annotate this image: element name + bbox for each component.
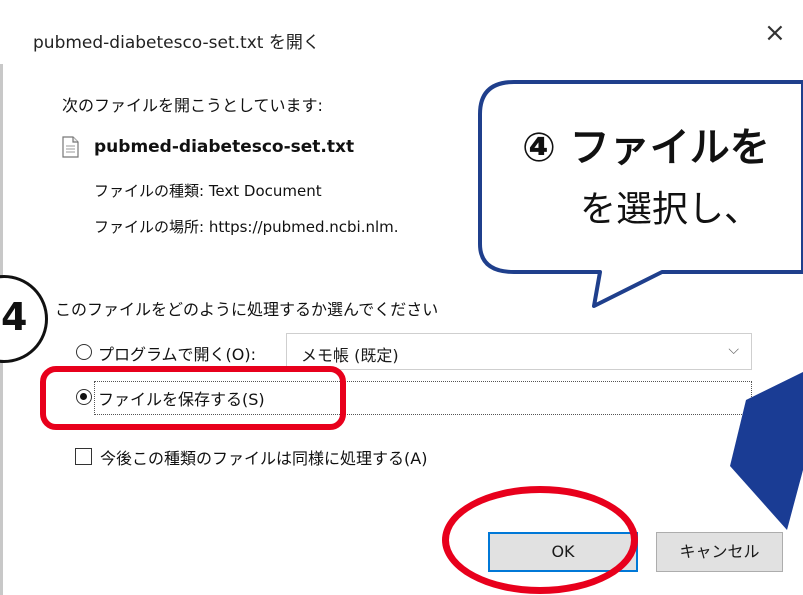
pointer-arrow-icon (730, 372, 803, 530)
